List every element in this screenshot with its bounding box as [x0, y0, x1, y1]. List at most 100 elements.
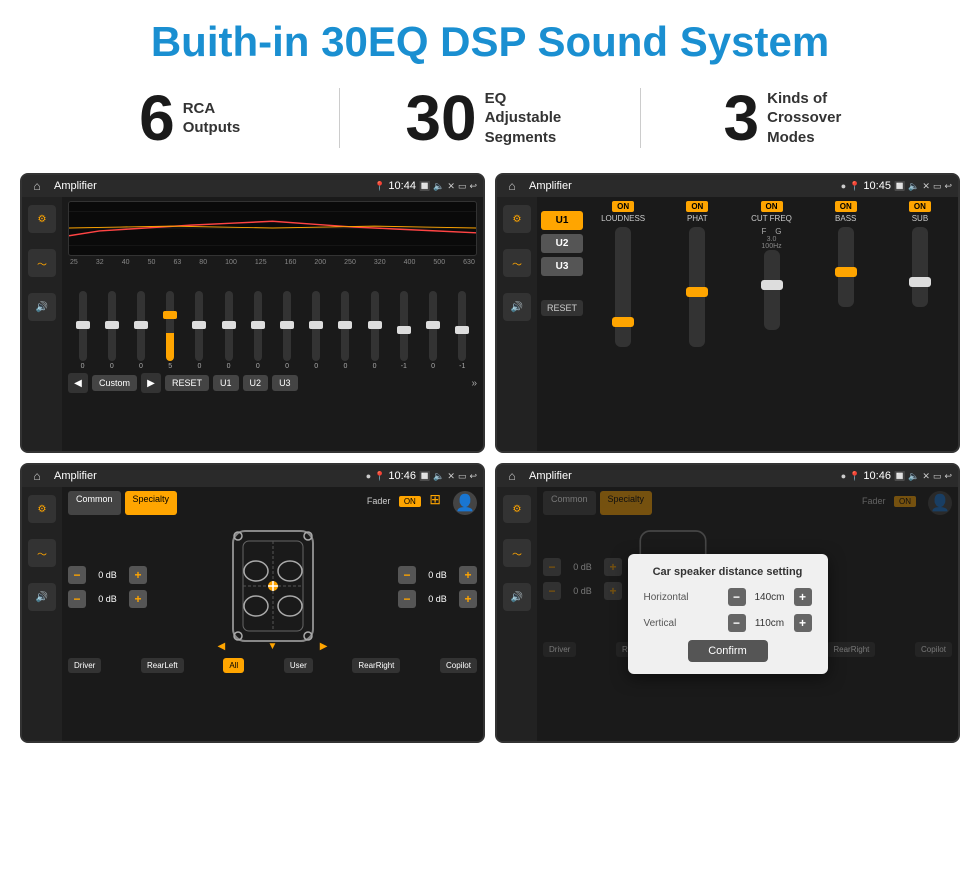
- status-bar-4: ⌂ Amplifier ● 📍 10:46 🔲 🔈 ✕ ▭ ↩: [497, 465, 958, 487]
- eq-main: 2532405063 80100125160200 25032040050063…: [62, 197, 483, 451]
- left-db-controls: − 0 dB + − 0 dB +: [68, 521, 147, 652]
- bass-on: ON: [835, 201, 857, 212]
- screen-content-2: ⚙ 〜 🔊 U1 U2 U3 RESET ON LOUDNESS: [497, 197, 958, 451]
- speaker-icon-btn-3[interactable]: 🔊: [28, 583, 56, 611]
- side-controls-1: ⚙ 〜 🔊: [22, 197, 62, 451]
- rearright-btn[interactable]: RearRight: [352, 658, 400, 673]
- stat-eq: 30 EQ AdjustableSegments: [360, 86, 619, 150]
- confirm-button[interactable]: Confirm: [688, 640, 768, 662]
- bass-slider[interactable]: [838, 227, 854, 307]
- dialog-horizontal-label: Horizontal: [644, 592, 689, 603]
- phat-slider[interactable]: [689, 227, 705, 347]
- location-icon-3: 📍: [374, 471, 385, 482]
- screens-grid: ⌂ Amplifier 📍 10:44 🔲 🔈 ✕ ▭ ↩ ⚙ 〜 🔊: [0, 168, 980, 748]
- stat-divider-1: [339, 88, 340, 148]
- minus-btn-2[interactable]: −: [68, 590, 86, 608]
- location-icon-4: 📍: [849, 471, 860, 482]
- cutfreq-slider[interactable]: [764, 250, 780, 330]
- x-icon-3: ✕: [447, 471, 455, 482]
- db-row-4: − 0 dB +: [398, 590, 477, 608]
- screen-dialog: ⌂ Amplifier ● 📍 10:46 🔲 🔈 ✕ ▭ ↩ ⚙ 〜 🔊: [495, 463, 960, 743]
- minus-btn-4[interactable]: −: [398, 590, 416, 608]
- eq-icon-btn[interactable]: ⚙: [28, 205, 56, 233]
- u3-crossover[interactable]: U3: [541, 257, 583, 276]
- wave-icon-btn-3[interactable]: 〜: [28, 539, 56, 567]
- vertical-minus[interactable]: −: [728, 614, 746, 632]
- expand-icon: »: [471, 378, 477, 389]
- screen-content-1: ⚙ 〜 🔊: [22, 197, 483, 451]
- loudness-label: LOUDNESS: [601, 214, 645, 223]
- speaker-layout: − 0 dB + − 0 dB +: [68, 521, 477, 652]
- status-bar-1: ⌂ Amplifier 📍 10:44 🔲 🔈 ✕ ▭ ↩: [22, 175, 483, 197]
- down-arrow[interactable]: ▼: [268, 641, 278, 652]
- speaker-tabs: Common Specialty Fader ON ⊞ 👤: [68, 491, 477, 515]
- plus-btn-4[interactable]: +: [459, 590, 477, 608]
- screen-content-3: ⚙ 〜 🔊 Common Specialty Fader ON ⊞ 👤: [22, 487, 483, 741]
- vertical-value: 110cm: [750, 618, 790, 629]
- u3-btn[interactable]: U3: [272, 375, 298, 391]
- home-icon-2: ⌂: [503, 177, 521, 195]
- all-btn[interactable]: All: [223, 658, 244, 673]
- phat-col: ON PHAT: [663, 201, 731, 447]
- db-val-2: 0 dB: [90, 594, 125, 604]
- reset-btn[interactable]: RESET: [165, 375, 209, 391]
- plus-btn-1[interactable]: +: [129, 566, 147, 584]
- plus-btn-2[interactable]: +: [129, 590, 147, 608]
- volume-icon-2: 🔈: [908, 181, 919, 192]
- tab-specialty[interactable]: Specialty: [125, 491, 178, 515]
- screen-eq: ⌂ Amplifier 📍 10:44 🔲 🔈 ✕ ▭ ↩ ⚙ 〜 🔊: [20, 173, 485, 453]
- cutfreq-on: ON: [761, 201, 783, 212]
- right-arrow[interactable]: ▶: [320, 641, 328, 652]
- dialog-vertical-row: Vertical − 110cm +: [644, 614, 812, 632]
- u1-crossover[interactable]: U1: [541, 211, 583, 230]
- prev-arrow[interactable]: ◀: [68, 373, 88, 393]
- crossover-main: U1 U2 U3 RESET ON LOUDNESS: [537, 197, 958, 451]
- fader-sliders: ⊞: [429, 491, 441, 507]
- custom-btn[interactable]: Custom: [92, 375, 137, 391]
- dialog-box: Car speaker distance setting Horizontal …: [628, 554, 828, 674]
- copilot-btn[interactable]: Copilot: [440, 658, 477, 673]
- loudness-slider[interactable]: [615, 227, 631, 347]
- speaker-icon-btn[interactable]: 🔊: [28, 293, 56, 321]
- stat-label-eq: EQ AdjustableSegments: [485, 89, 575, 148]
- screen-content-4: ⚙ 〜 🔊 Common Specialty Fader ON 👤 −: [497, 487, 958, 741]
- u2-btn[interactable]: U2: [243, 375, 269, 391]
- horizontal-minus[interactable]: −: [728, 588, 746, 606]
- minus-btn-1[interactable]: −: [68, 566, 86, 584]
- eq-icon-btn-3[interactable]: ⚙: [28, 495, 56, 523]
- location-icon-1: 📍: [374, 181, 385, 192]
- wave-icon-btn[interactable]: 〜: [28, 249, 56, 277]
- screen-title-2: Amplifier: [529, 180, 837, 192]
- volume-icon-1: 🔈: [433, 181, 444, 192]
- next-arrow[interactable]: ▶: [141, 373, 161, 393]
- db-row-2: − 0 dB +: [68, 590, 147, 608]
- wave-icon-btn-2[interactable]: 〜: [503, 249, 531, 277]
- reset-crossover[interactable]: RESET: [541, 300, 583, 316]
- crossover-sliders: ON LOUDNESS ON PHAT: [589, 201, 954, 447]
- left-arrow[interactable]: ◀: [218, 641, 226, 652]
- eq-icon-btn-2[interactable]: ⚙: [503, 205, 531, 233]
- status-time-4: 10:46: [863, 470, 891, 482]
- loudness-on: ON: [612, 201, 634, 212]
- camera-icon-4: 🔲: [894, 471, 905, 482]
- sub-slider[interactable]: [912, 227, 928, 307]
- camera-icon-2: 🔲: [894, 181, 905, 192]
- vertical-plus[interactable]: +: [794, 614, 812, 632]
- dot-icon-2: ●: [841, 181, 846, 191]
- speaker-icon-btn-2[interactable]: 🔊: [503, 293, 531, 321]
- u1-btn[interactable]: U1: [213, 375, 239, 391]
- rect-icon-4: ▭: [933, 471, 942, 482]
- sub-col: ON SUB: [886, 201, 954, 447]
- position-buttons: Driver RearLeft All User RearRight Copil…: [68, 658, 477, 673]
- horizontal-plus[interactable]: +: [794, 588, 812, 606]
- dialog-title: Car speaker distance setting: [644, 566, 812, 578]
- dialog-horizontal-row: Horizontal − 140cm +: [644, 588, 812, 606]
- u2-crossover[interactable]: U2: [541, 234, 583, 253]
- main-title: Buith-in 30EQ DSP Sound System: [0, 0, 980, 76]
- user-btn[interactable]: User: [284, 658, 313, 673]
- plus-btn-3[interactable]: +: [459, 566, 477, 584]
- driver-btn[interactable]: Driver: [68, 658, 101, 673]
- tab-common[interactable]: Common: [68, 491, 121, 515]
- minus-btn-3[interactable]: −: [398, 566, 416, 584]
- rearleft-btn[interactable]: RearLeft: [141, 658, 184, 673]
